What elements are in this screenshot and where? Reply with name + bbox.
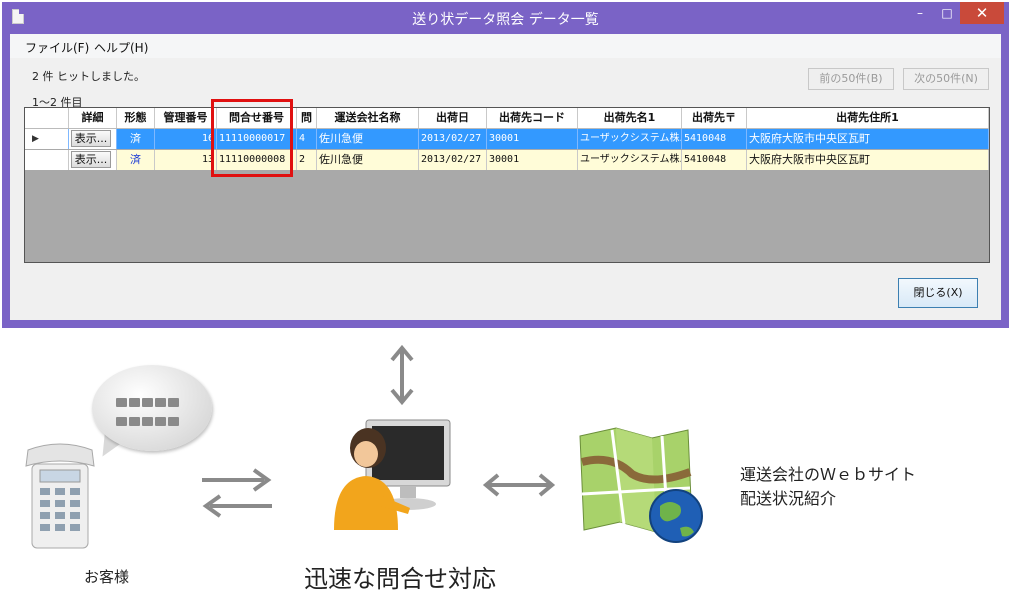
ship-code-cell: 30001 xyxy=(487,150,578,170)
ship-zip-cell: 5410048 xyxy=(682,150,747,170)
carrier-site-label: 運送会社のＷｅｂサイト xyxy=(740,465,917,484)
ship-name-cell: ユーザックシステム株... xyxy=(578,129,682,149)
form-cell: 済 xyxy=(117,129,155,149)
carrier-cell: 佐川急便 xyxy=(317,150,419,170)
operator-at-computer-icon xyxy=(334,419,451,530)
form-cell: 済 xyxy=(117,150,155,170)
close-window-button[interactable]: ✕ xyxy=(960,2,1004,24)
minimize-button[interactable]: – xyxy=(906,2,934,24)
header-carrier[interactable]: 運送会社名称 xyxy=(317,108,419,128)
grid-header-row: 詳細 形態 管理番号 問合せ番号 問 運送会社名称 出荷日 出荷先コード 出荷先… xyxy=(25,108,989,129)
bidirectional-arrow-icon xyxy=(482,473,556,497)
app-window: 送り状データ照会 データ一覧 – □ ✕ ファイル(F) ヘルプ(H) 2 件 … xyxy=(2,2,1009,328)
data-grid[interactable]: 詳細 形態 管理番号 問合せ番号 問 運送会社名称 出荷日 出荷先コード 出荷先… xyxy=(24,107,990,263)
next-page-button[interactable]: 次の50件(N) xyxy=(903,68,989,90)
ship-date-cell: 2013/02/27 xyxy=(419,129,487,149)
title-bar[interactable]: 送り状データ照会 データ一覧 – □ ✕ xyxy=(2,2,1009,34)
show-detail-button[interactable]: 表示... xyxy=(71,130,111,147)
telephone-icon xyxy=(25,443,95,549)
window-title: 送り状データ照会 データ一覧 xyxy=(412,12,599,28)
table-row[interactable]: ▶ 表示... 済 16 11110000017 4 佐川急便 2013/02/… xyxy=(25,129,989,149)
ship-address-cell: 大阪府大阪市中央区瓦町 xyxy=(747,150,989,170)
customer-label: お客様 xyxy=(84,568,130,586)
delivery-status-label: 配送状況紹介 xyxy=(740,489,837,508)
management-no-cell: 16 xyxy=(155,129,217,149)
header-ship-address[interactable]: 出荷先住所1 xyxy=(747,108,989,128)
ship-zip-cell: 5410048 xyxy=(682,129,747,149)
carrier-cell: 佐川急便 xyxy=(317,129,419,149)
header-ship-name[interactable]: 出荷先名1 xyxy=(578,108,682,128)
ship-date-cell: 2013/02/27 xyxy=(419,150,487,170)
detail-cell: 表示... xyxy=(69,129,117,149)
header-ship-code[interactable]: 出荷先コード xyxy=(487,108,578,128)
inquiry-no-cell: 11110000008 xyxy=(217,150,297,170)
row-header-cell[interactable] xyxy=(25,150,69,170)
table-row[interactable]: 表示... 済 13 11110000008 2 佐川急便 2013/02/27… xyxy=(25,150,989,170)
quick-response-label: 迅速な問合せ対応 xyxy=(304,565,496,593)
current-row-indicator[interactable]: ▶ xyxy=(25,129,69,149)
ship-code-cell: 30001 xyxy=(487,129,578,149)
inquiry-no-cell: 11110000017 xyxy=(217,129,297,149)
header-q[interactable]: 問 xyxy=(297,108,317,128)
hit-count-text: 2 件 ヒットしました。 xyxy=(32,70,145,83)
management-no-cell: 13 xyxy=(155,150,217,170)
exchange-arrows-icon xyxy=(202,468,272,518)
header-form[interactable]: 形態 xyxy=(117,108,155,128)
show-detail-button[interactable]: 表示... xyxy=(71,151,111,168)
menu-help[interactable]: ヘルプ(H) xyxy=(94,39,148,56)
header-management-no[interactable]: 管理番号 xyxy=(155,108,217,128)
header-ship-date[interactable]: 出荷日 xyxy=(419,108,487,128)
header-ship-zip[interactable]: 出荷先〒 xyxy=(682,108,747,128)
header-inquiry-no[interactable]: 問合せ番号 xyxy=(217,108,297,128)
window-client-area: ファイル(F) ヘルプ(H) 2 件 ヒットしました。 1〜2 件目 前の50件… xyxy=(10,34,1001,320)
vertical-arrow-icon xyxy=(390,344,414,406)
q-cell: 2 xyxy=(297,150,317,170)
map-globe-icon xyxy=(579,427,703,543)
ship-name-cell: ユーザックシステム株... xyxy=(578,150,682,170)
prev-page-button[interactable]: 前の50件(B) xyxy=(808,68,894,90)
bubble-dots xyxy=(116,398,196,436)
ship-address-cell: 大阪府大阪市中央区瓦町 xyxy=(747,129,989,149)
menu-file[interactable]: ファイル(F) xyxy=(25,39,89,56)
detail-cell: 表示... xyxy=(69,150,117,170)
menu-bar: ファイル(F) ヘルプ(H) xyxy=(10,34,1001,58)
maximize-button[interactable]: □ xyxy=(934,2,960,24)
row-header-corner xyxy=(25,108,69,128)
header-detail[interactable]: 詳細 xyxy=(69,108,117,128)
close-dialog-button[interactable]: 閉じる(X) xyxy=(898,278,978,308)
q-cell: 4 xyxy=(297,129,317,149)
